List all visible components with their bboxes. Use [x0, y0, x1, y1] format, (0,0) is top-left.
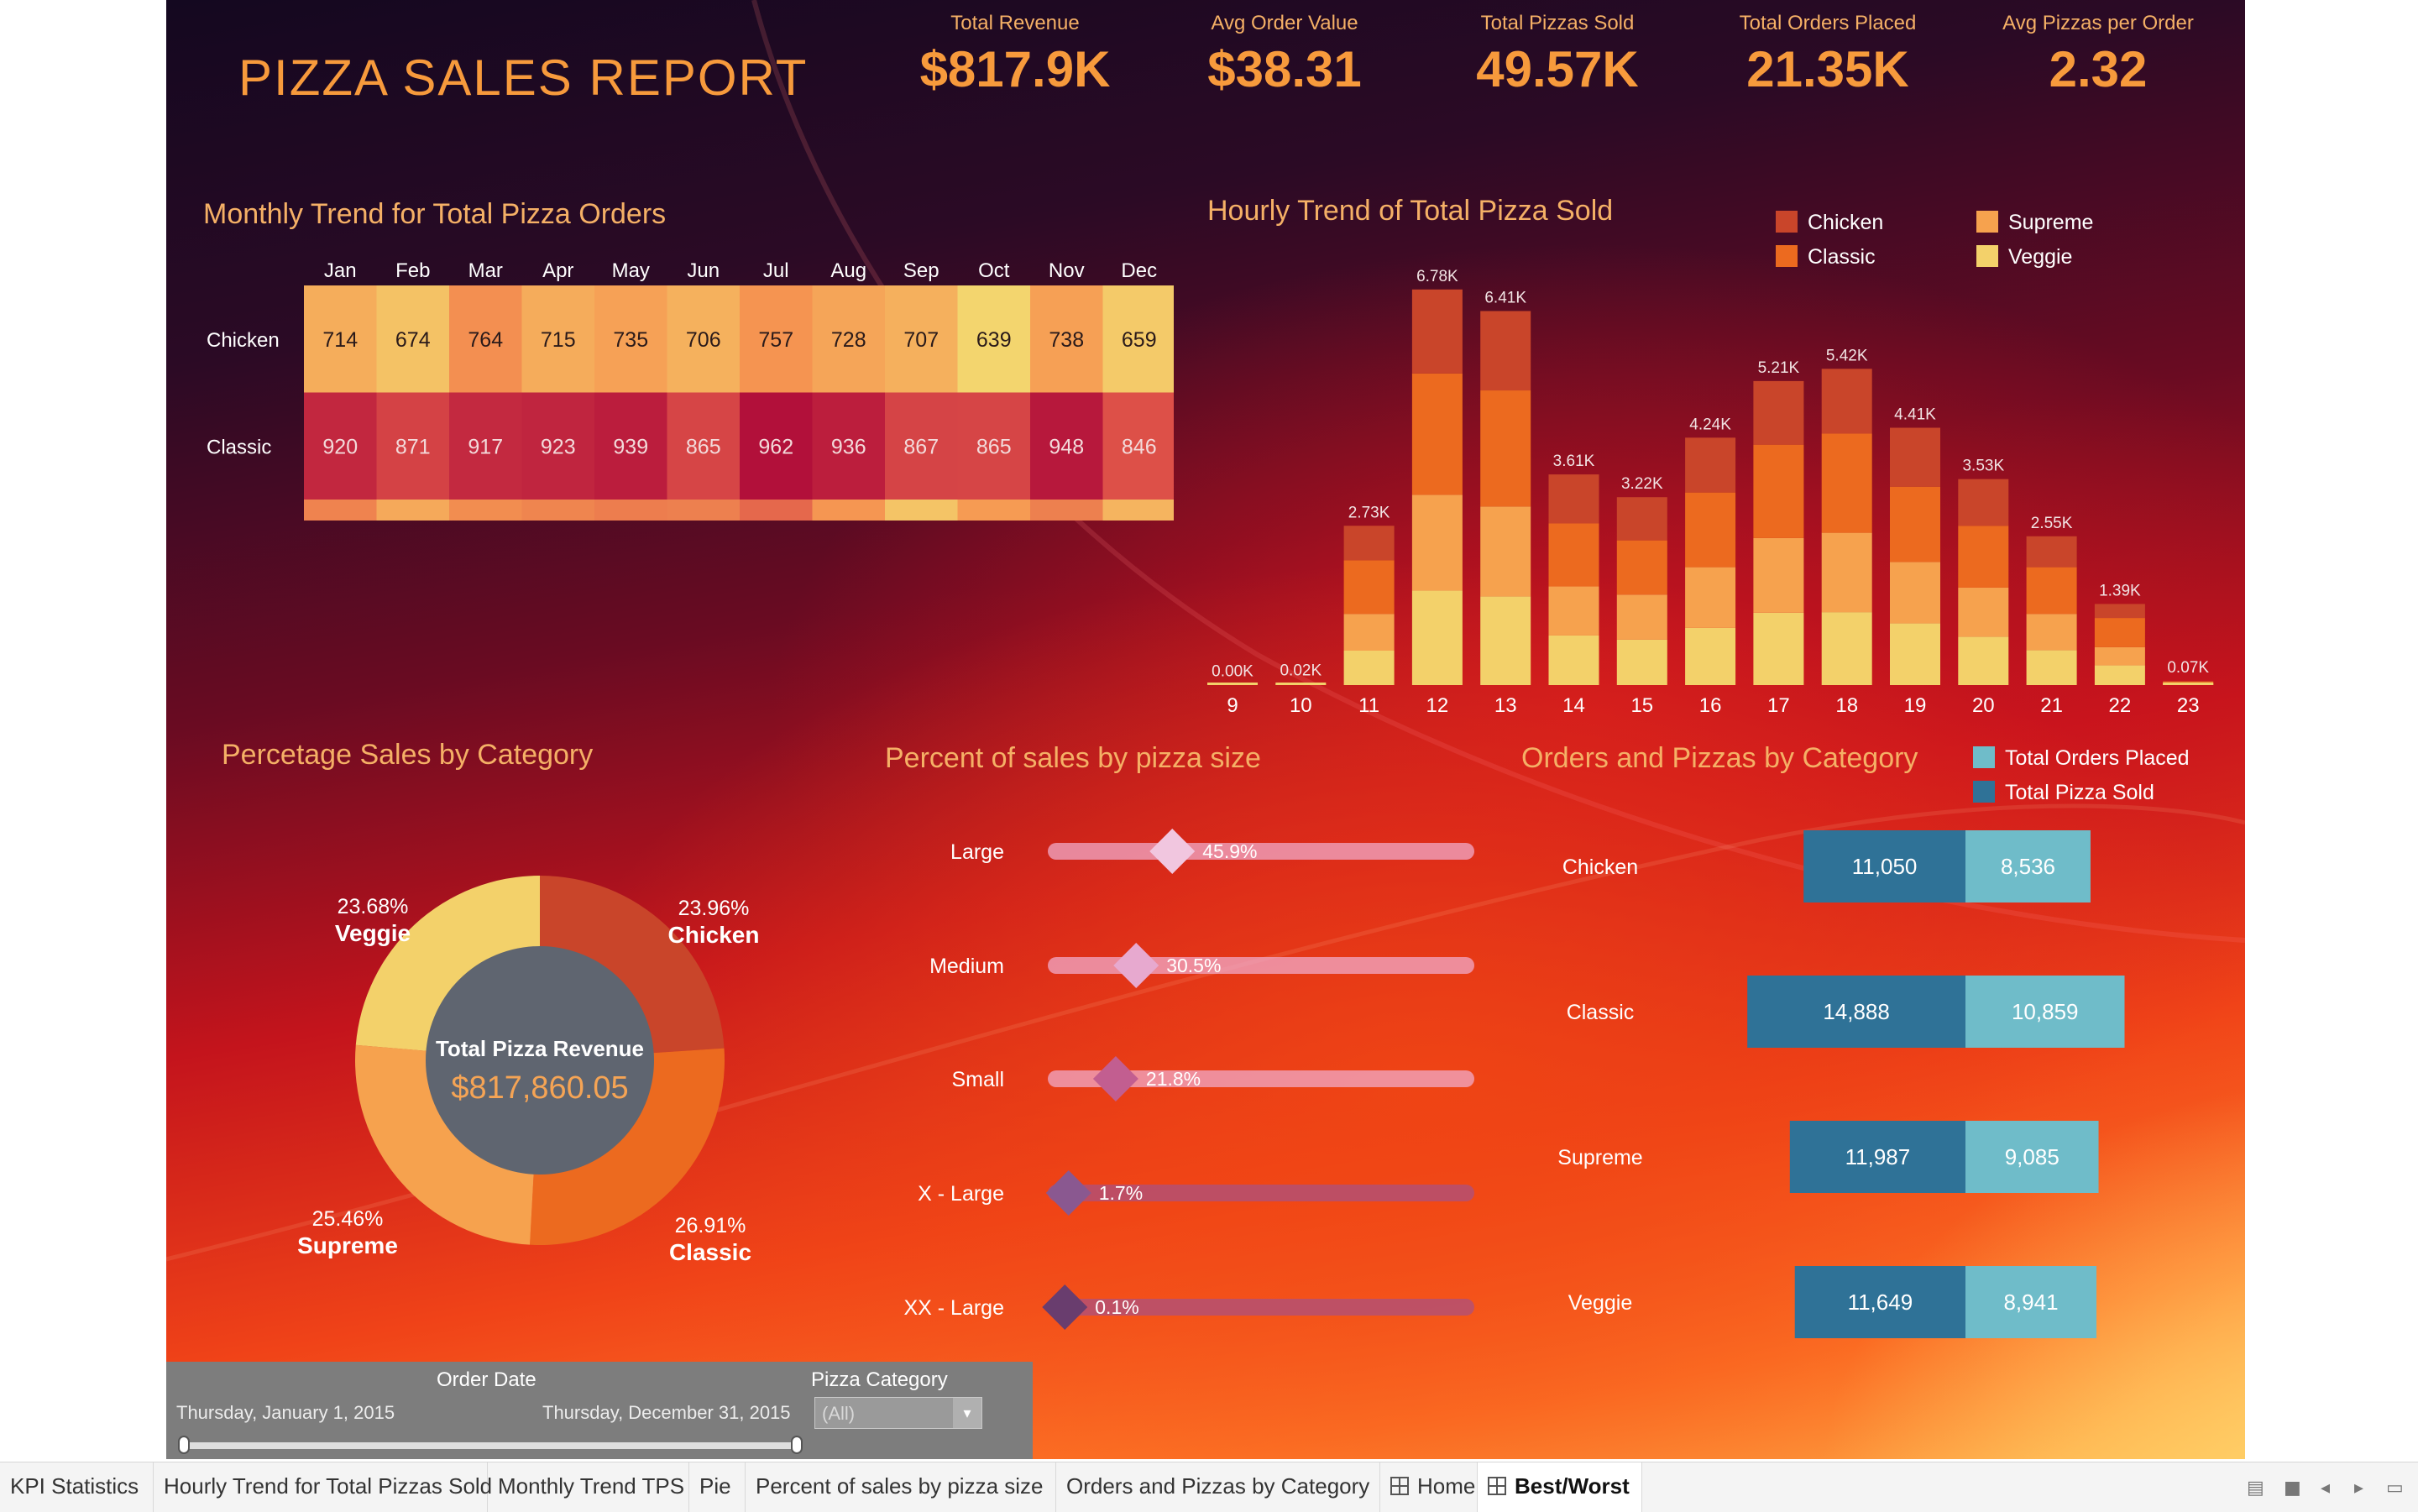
dashboard-canvas: PIZZA SALES REPORT Total Revenue $817.9K… [166, 0, 2245, 1459]
category-legend-swatch [1973, 746, 1995, 768]
category-legend-label: Total Pizza Sold [2005, 781, 2154, 804]
orders-placed-value: 10,859 [2012, 999, 2079, 1024]
dashboard-icon [1390, 1477, 1409, 1495]
orders-placed-value: 9,085 [2005, 1144, 2059, 1169]
tab-hourly-trend[interactable]: Hourly Trend for Total Pizzas Sold [154, 1462, 488, 1512]
pizza-category-label: Pizza Category [811, 1368, 948, 1392]
tab-percent-by-size[interactable]: Percent of sales by pizza size [746, 1462, 1056, 1512]
tab-pie[interactable]: Pie [689, 1462, 746, 1512]
tab-view-icon[interactable]: ■ [2284, 1478, 2301, 1499]
slider-start-handle[interactable] [178, 1436, 190, 1454]
tab-orders-pizzas[interactable]: Orders and Pizzas by Category [1056, 1462, 1380, 1512]
sheet-tab-bar: KPI Statistics Hourly Trend for Total Pi… [0, 1462, 2418, 1512]
tab-label: Pie [699, 1473, 731, 1499]
pizza-category-value: (All) [822, 1403, 855, 1424]
filmstrip-view-icon[interactable]: ▤ [2247, 1478, 2264, 1499]
orders-placed-value: 8,536 [2001, 854, 2055, 879]
tab-label: Orders and Pizzas by Category [1066, 1473, 1369, 1499]
dashboard-icon [1488, 1477, 1506, 1495]
filter-panel: Order Date Thursday, January 1, 2015 Thu… [166, 1362, 1033, 1459]
order-date-label: Order Date [437, 1368, 536, 1392]
pizza-sold-value: 11,987 [1845, 1144, 1911, 1169]
pizza-sold-value: 11,050 [1852, 854, 1918, 879]
tab-label: KPI Statistics [10, 1473, 139, 1499]
tab-label: Hourly Trend for Total Pizzas Sold [164, 1473, 492, 1499]
slider-end-handle[interactable] [791, 1436, 803, 1454]
tab-label: Monthly Trend TPS [498, 1473, 684, 1499]
category-legend-label: Total Orders Placed [2005, 746, 2190, 770]
tab-kpi-statistics[interactable]: KPI Statistics [0, 1462, 154, 1512]
next-sheet-icon[interactable]: ▸ [2354, 1478, 2363, 1499]
orders-placed-value: 8,941 [2003, 1290, 2058, 1315]
category-label: Supreme [1557, 1146, 1642, 1169]
start-date: Thursday, January 1, 2015 [176, 1402, 395, 1424]
category-legend-swatch [1973, 781, 1995, 803]
previous-sheet-icon[interactable]: ◂ [2321, 1478, 2330, 1499]
category-label: Chicken [1562, 855, 1638, 879]
pizza-sold-value: 11,649 [1848, 1290, 1913, 1315]
date-range-slider[interactable] [185, 1442, 799, 1449]
pizza-category-select[interactable]: (All) ▾ [814, 1397, 982, 1429]
orders-pizzas-bar-chart: Chicken 11,050 8,536 Classic 14,888 10,859 Sup… [166, 0, 2245, 1427]
category-label: Classic [1567, 1001, 1635, 1024]
tab-label: Home [1417, 1473, 1475, 1499]
presentation-icon[interactable]: ▭ [2386, 1478, 2404, 1499]
category-label: Veggie [1568, 1291, 1632, 1315]
tab-label: Best/Worst [1515, 1473, 1630, 1499]
end-date: Thursday, December 31, 2015 [542, 1402, 791, 1424]
tab-monthly-trend[interactable]: Monthly Trend TPS [488, 1462, 689, 1512]
tab-best-worst[interactable]: Best/Worst [1478, 1462, 1642, 1512]
tab-label: Percent of sales by pizza size [756, 1473, 1044, 1499]
chevron-down-icon[interactable]: ▾ [953, 1398, 981, 1428]
tab-home[interactable]: Home [1380, 1462, 1478, 1512]
pizza-sold-value: 14,888 [1823, 999, 1890, 1024]
